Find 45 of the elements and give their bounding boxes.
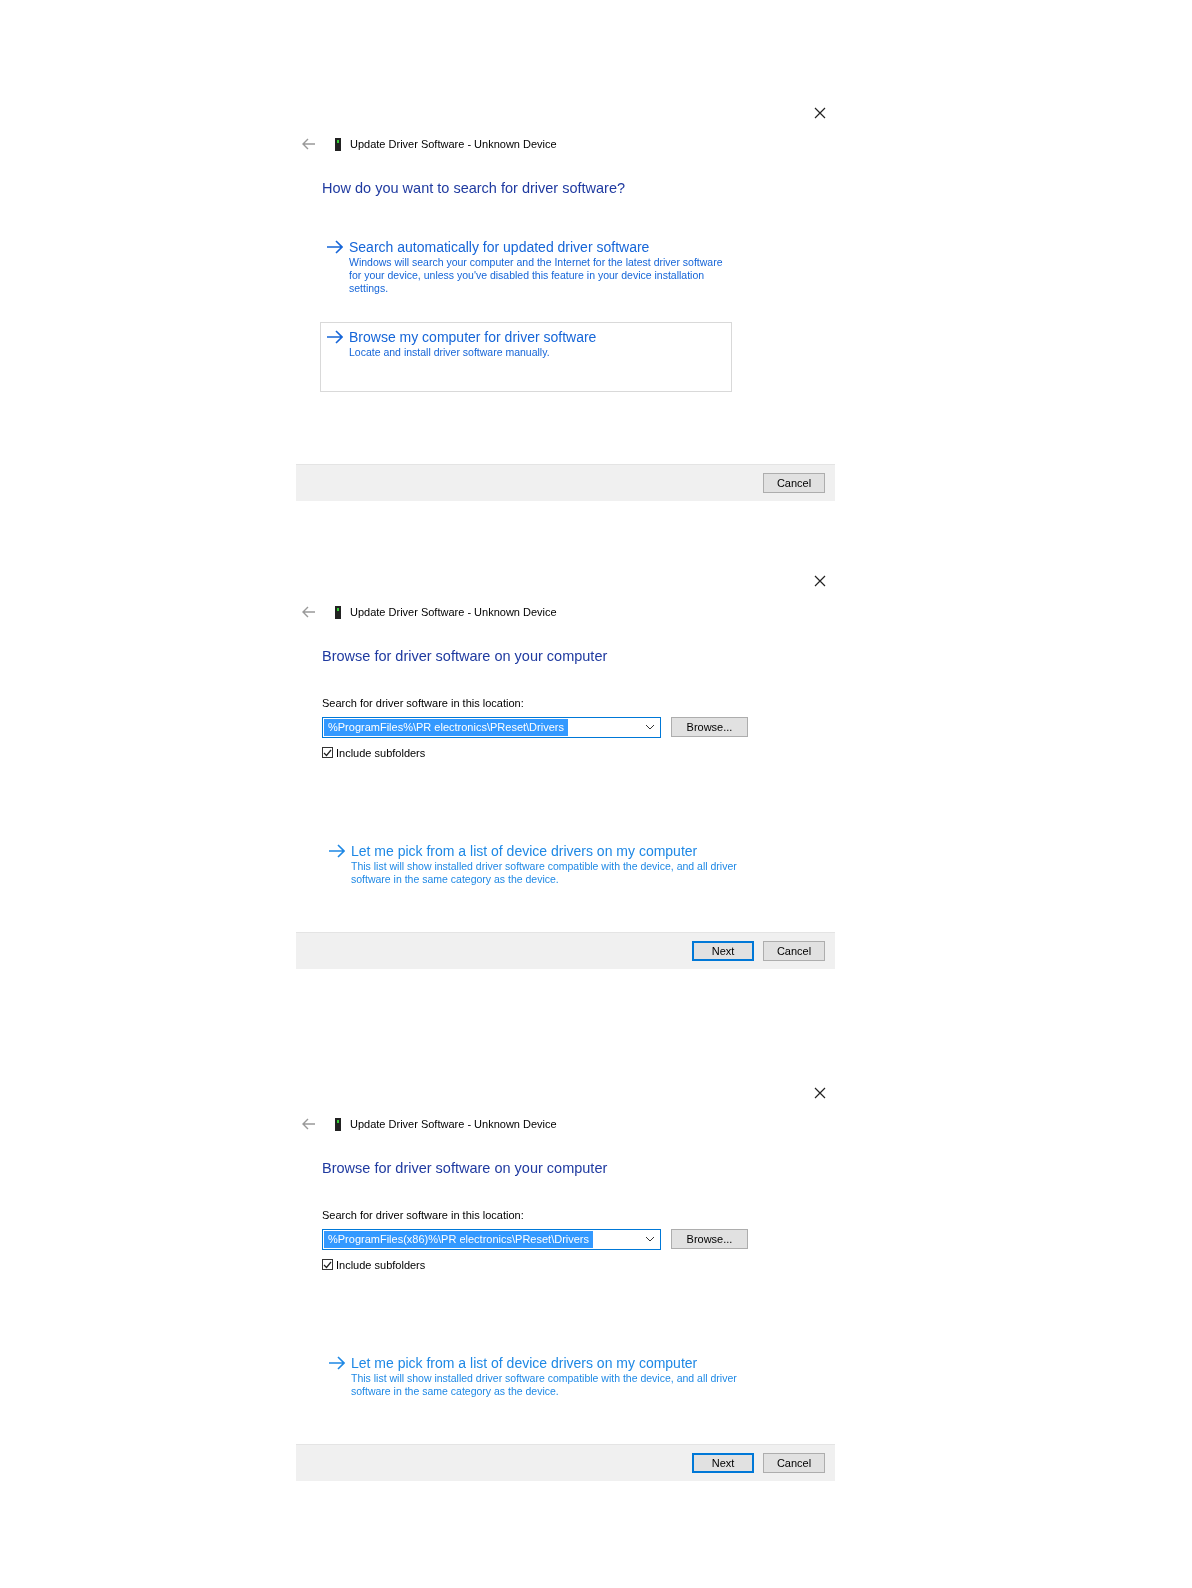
pick-list-link[interactable]: Let me pick from a list of device drivers on my computer This list will show installed driver software compatible with the device, and all driver software in the same category as the device. — [328, 1355, 748, 1398]
option-title: Browse my computer for driver software — [349, 329, 597, 346]
device-icon — [334, 137, 342, 151]
window-title: Update Driver Software - Unknown Device — [350, 136, 557, 152]
location-label: Search for driver software in this location: — [322, 696, 525, 711]
link-description: This list will show installed driver software compatible with the device, and all driver software in the same category as the device. — [351, 1372, 738, 1398]
dialog-button[interactable]: Next — [692, 1453, 754, 1473]
close-icon[interactable] — [814, 1087, 826, 1099]
include-subfolders-checkbox[interactable] — [322, 1259, 333, 1271]
option-description: Windows will search your computer and the Internet for the latest driver software for your device, unless you've disabled this feature in your device installation settings. — [349, 256, 724, 295]
right-arrow-icon — [328, 1355, 345, 1371]
window-title: Update Driver Software - Unknown Device — [350, 604, 557, 620]
location-label: Search for driver software in this location: — [322, 1208, 525, 1223]
right-arrow-icon — [326, 239, 343, 255]
pick-list-link[interactable]: Let me pick from a list of device drivers on my computer This list will show installed driver software compatible with the device, and all driver software in the same category as the device. — [328, 843, 748, 886]
checkbox-label: Include subfolders — [336, 745, 426, 761]
chevron-icon[interactable] — [645, 724, 655, 730]
right-arrow-icon — [328, 843, 345, 859]
browse-button[interactable]: Browse... — [671, 1229, 748, 1249]
option-title: Search automatically for updated driver software — [349, 239, 651, 256]
dialog-button[interactable]: Next — [692, 941, 754, 961]
back-arrow-icon[interactable] — [302, 1118, 316, 1130]
device-icon — [334, 605, 342, 619]
chevron-icon[interactable] — [645, 1236, 655, 1242]
option-link[interactable]: Browse my computer for driver software Locate and install driver software manually. — [320, 322, 732, 392]
option-description: Locate and install driver software manually. — [349, 346, 551, 359]
checkbox-label: Include subfolders — [336, 1257, 426, 1273]
dialog-button[interactable]: Cancel — [763, 1453, 825, 1473]
browse-button[interactable]: Browse... — [671, 717, 748, 737]
device-icon — [334, 1117, 342, 1131]
dialog-button[interactable]: Cancel — [763, 473, 825, 493]
close-icon[interactable] — [814, 107, 826, 119]
include-subfolders-checkbox[interactable] — [322, 747, 333, 759]
dialog-heading: Browse for driver software on your computer — [322, 647, 608, 666]
right-arrow-icon — [326, 329, 343, 345]
close-icon[interactable] — [814, 575, 826, 587]
dialog-heading: Browse for driver software on your computer — [322, 1159, 608, 1178]
link-title: Let me pick from a list of device drivers on my computer — [351, 1355, 699, 1372]
link-title: Let me pick from a list of device drivers on my computer — [351, 843, 699, 860]
dialog-heading: How do you want to search for driver software? — [322, 179, 626, 198]
window-title: Update Driver Software - Unknown Device — [350, 1116, 557, 1132]
dialog-button[interactable]: Cancel — [763, 941, 825, 961]
back-arrow-icon[interactable] — [302, 606, 316, 618]
back-arrow-icon[interactable] — [302, 138, 316, 150]
link-description: This list will show installed driver software compatible with the device, and all driver software in the same category as the device. — [351, 860, 738, 886]
